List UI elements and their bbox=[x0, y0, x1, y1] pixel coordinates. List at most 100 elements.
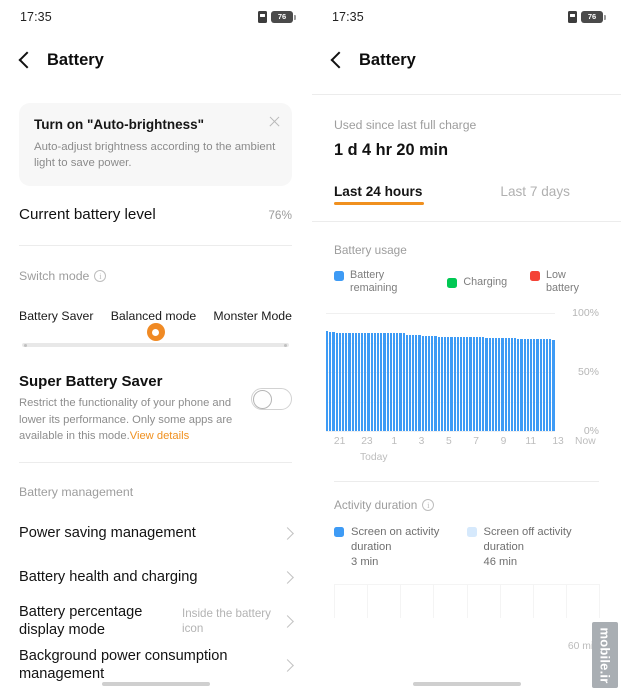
list-item-label: Power saving management bbox=[19, 525, 196, 542]
chart-bar bbox=[386, 333, 389, 432]
activity-chart-gridline bbox=[400, 583, 402, 618]
sbs-desc-text: Restrict the functionality of your phone… bbox=[19, 397, 233, 443]
chart-bar bbox=[351, 333, 354, 432]
activity-value: 3 min bbox=[351, 555, 379, 568]
list-item-background-power-consumption-management[interactable]: Background power consumption management bbox=[0, 643, 311, 687]
chart-bar bbox=[466, 336, 469, 432]
super-battery-saver-section: Super Battery Saver Restrict the functio… bbox=[0, 351, 311, 444]
tip-card-description: Auto-adjust brightness according to the … bbox=[34, 141, 276, 170]
watermark: mobile.ir bbox=[592, 622, 618, 688]
chart-bar bbox=[370, 333, 373, 432]
battery-percent-text: 76 bbox=[277, 12, 287, 22]
activity-duration-legend: Screen on activity duration 3 min Screen… bbox=[312, 512, 621, 569]
super-battery-saver-toggle[interactable] bbox=[251, 388, 292, 411]
activity-duration-chart bbox=[334, 583, 600, 618]
info-icon[interactable]: i bbox=[94, 270, 107, 283]
chart-bar bbox=[396, 333, 399, 432]
list-item-right bbox=[281, 527, 294, 540]
left-phone-screen: 17:35 76 Battery Turn on "Auto-brightnes… bbox=[0, 0, 311, 690]
chart-bar bbox=[498, 338, 501, 432]
chart-bar bbox=[338, 333, 341, 432]
chart-bar bbox=[424, 335, 427, 432]
mode-label-monster-mode[interactable]: Monster Mode bbox=[213, 309, 292, 323]
activity-chart-gridline bbox=[433, 583, 435, 618]
chart-bar bbox=[402, 333, 405, 432]
list-item-right: Inside the battery icon bbox=[182, 606, 294, 636]
chart-bar bbox=[345, 333, 348, 432]
home-indicator bbox=[101, 682, 210, 686]
battery-management-list: Power saving management Battery health a… bbox=[0, 511, 311, 687]
chart-y-tick-label: 100% bbox=[572, 307, 599, 320]
back-chevron-icon[interactable] bbox=[329, 52, 345, 68]
chart-x-axis-labels: 21 23 1 3 5 7 9 11 13 Now bbox=[326, 436, 599, 450]
nav-bar: Battery bbox=[312, 34, 621, 86]
chart-bar bbox=[361, 333, 364, 432]
activity-chart-gridline bbox=[599, 583, 600, 618]
chart-bar bbox=[545, 339, 549, 432]
chart-bar bbox=[453, 336, 456, 432]
chevron-right-icon bbox=[281, 615, 294, 628]
slider-tick-right bbox=[284, 343, 287, 347]
chart-bar bbox=[408, 334, 412, 432]
chart-bar bbox=[542, 339, 545, 432]
battery-icon: 76 bbox=[581, 11, 606, 23]
status-clock: 17:35 bbox=[332, 10, 364, 24]
battery-usage-chart: 100% 50% 0% bbox=[326, 307, 599, 437]
info-icon[interactable]: i bbox=[422, 499, 435, 512]
chart-bar bbox=[539, 339, 542, 432]
chart-bar bbox=[415, 334, 418, 432]
mode-slider[interactable] bbox=[0, 323, 311, 351]
list-item-power-saving-management[interactable]: Power saving management bbox=[0, 511, 311, 555]
activity-value: 46 min bbox=[483, 555, 518, 568]
battery-management-label: Battery management bbox=[19, 485, 134, 500]
view-details-link[interactable]: View details bbox=[130, 430, 190, 442]
list-item-battery-health-and-charging[interactable]: Battery health and charging bbox=[0, 555, 311, 599]
chart-x-axis-title: Today bbox=[360, 452, 388, 464]
chart-bar bbox=[440, 336, 443, 432]
activity-label: Screen on activity duration bbox=[351, 526, 440, 554]
mode-label-balanced-mode[interactable]: Balanced mode bbox=[111, 309, 196, 323]
chart-bar bbox=[437, 336, 440, 432]
activity-item-screen-on: Screen on activity duration 3 min bbox=[334, 525, 467, 569]
battery-usage-title: Battery usage bbox=[334, 243, 407, 257]
chevron-right-icon bbox=[281, 571, 294, 584]
slider-track[interactable] bbox=[22, 343, 289, 348]
chart-bar bbox=[326, 331, 329, 432]
chart-bar bbox=[364, 333, 367, 432]
slider-thumb[interactable] bbox=[146, 323, 165, 342]
chart-bar bbox=[488, 338, 491, 432]
chart-bar bbox=[536, 339, 539, 432]
list-item-label: Battery percentage display mode bbox=[19, 603, 143, 639]
legend-label: Battery remaining bbox=[350, 269, 398, 295]
list-item-battery-percentage-display-mode[interactable]: Battery percentage display mode Inside t… bbox=[0, 599, 311, 643]
chart-bar bbox=[380, 333, 383, 432]
close-icon[interactable] bbox=[268, 115, 281, 128]
switch-mode-label: Switch mode bbox=[19, 269, 90, 284]
chart-bars bbox=[326, 313, 555, 432]
activity-chart-gridline bbox=[334, 583, 335, 618]
chart-bar bbox=[399, 333, 402, 432]
chart-bar bbox=[459, 336, 463, 432]
legend-swatch-red bbox=[530, 271, 540, 281]
chart-bar bbox=[335, 333, 338, 432]
super-battery-saver-description: Restrict the functionality of your phone… bbox=[19, 395, 247, 444]
activity-item-text: Screen on activity duration 3 min bbox=[351, 525, 455, 569]
chart-x-tick-label: 5 bbox=[445, 436, 452, 448]
back-chevron-icon[interactable] bbox=[17, 52, 33, 68]
page-title: Battery bbox=[359, 50, 416, 69]
chevron-right-icon bbox=[281, 527, 294, 540]
chart-bar bbox=[526, 339, 529, 432]
tip-card-title: Turn on "Auto-brightness" bbox=[34, 117, 205, 132]
chart-x-tick-label: 3 bbox=[418, 436, 425, 448]
mode-label-battery-saver[interactable]: Battery Saver bbox=[19, 309, 94, 323]
chart-bar bbox=[329, 332, 332, 432]
chart-bar bbox=[514, 338, 517, 432]
chevron-right-icon bbox=[281, 659, 294, 672]
list-item-label: Background power consumption management bbox=[19, 647, 228, 683]
tab-last-7-days[interactable]: Last 7 days bbox=[500, 184, 570, 205]
chart-gridline bbox=[326, 431, 555, 433]
tab-last-24-hours[interactable]: Last 24 hours bbox=[334, 184, 425, 205]
current-battery-level-value: 76% bbox=[268, 207, 292, 222]
status-bar: 17:35 76 bbox=[0, 0, 311, 34]
activity-label: Screen off activity duration bbox=[483, 526, 572, 554]
